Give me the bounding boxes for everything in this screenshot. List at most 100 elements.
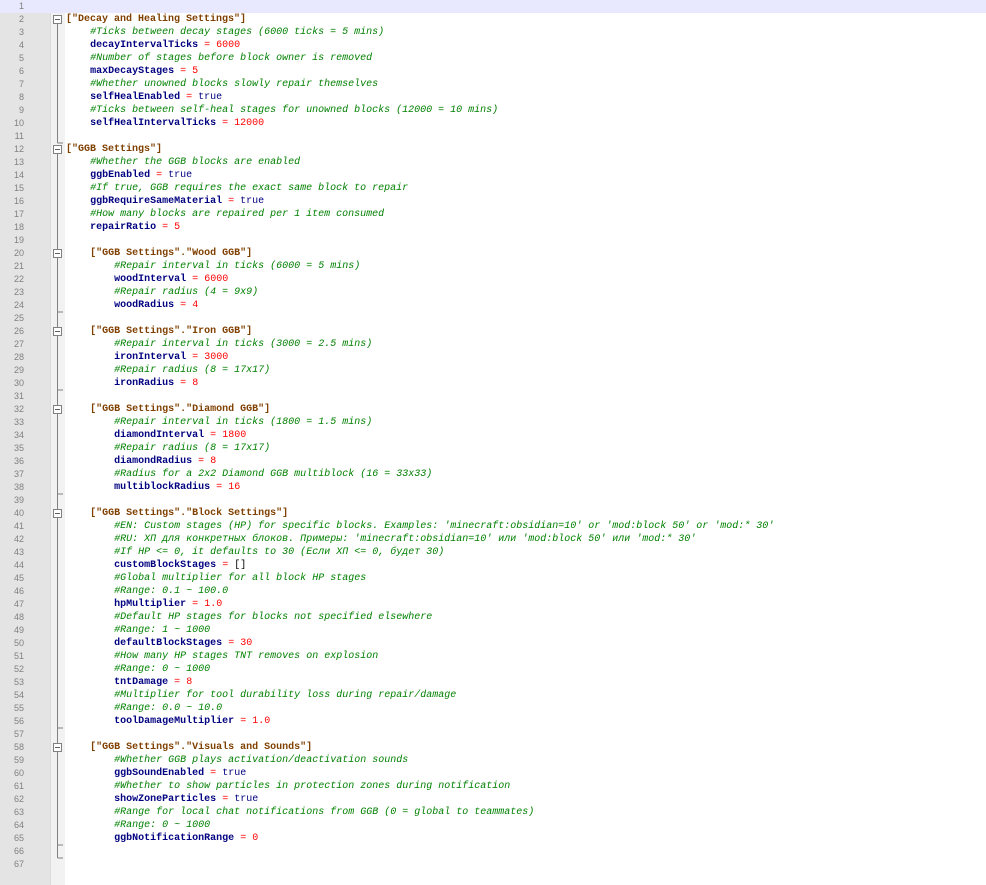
editor-line[interactable]: 64 #Range: 0 ~ 1000 xyxy=(0,819,986,832)
editor-line[interactable]: 39 xyxy=(0,494,986,507)
token-num: 8 xyxy=(210,456,217,467)
line-number: 19 xyxy=(13,235,24,245)
line-number: 42 xyxy=(13,534,24,544)
editor-line[interactable]: 3 #Ticks between decay stages (6000 ticks… xyxy=(0,26,986,39)
line-code: hpMultiplier = 1.0 xyxy=(114,598,222,611)
editor-line[interactable]: 30 ironRadius = 8 xyxy=(0,377,986,390)
editor-line[interactable]: 14 ggbEnabled = true xyxy=(0,169,986,182)
editor-line[interactable]: 20 ["GGB Settings"."Wood GGB"] xyxy=(0,247,986,260)
editor-line[interactable]: 47 hpMultiplier = 1.0 xyxy=(0,598,986,611)
line-number: 29 xyxy=(13,365,24,375)
editor-line[interactable]: 21 #Repair interval in ticks (6000 = 5 mi… xyxy=(0,260,986,273)
editor-line[interactable]: 67 xyxy=(0,858,986,871)
editor-line[interactable]: 46 #Range: 0.1 ~ 100.0 xyxy=(0,585,986,598)
editor-line[interactable]: 9 #Ticks between self-heal stages for uno… xyxy=(0,104,986,117)
editor-line[interactable]: 15 #If true, GGB requires the exact same … xyxy=(0,182,986,195)
editor-line[interactable]: 62 showZoneParticles = true xyxy=(0,793,986,806)
editor-line[interactable]: 66 xyxy=(0,845,986,858)
editor-line[interactable]: 4 decayIntervalTicks = 6000 xyxy=(0,39,986,52)
editor-line[interactable]: 6 maxDecayStages = 5 xyxy=(0,65,986,78)
line-code: #Repair radius (8 = 17x17) xyxy=(114,364,270,377)
line-number: 16 xyxy=(13,196,24,206)
editor-line[interactable]: 35 #Repair radius (8 = 17x17) xyxy=(0,442,986,455)
line-code: ["GGB Settings"."Iron GGB"] xyxy=(90,325,252,338)
fold-toggle-minus-icon[interactable] xyxy=(53,145,62,154)
editor-line[interactable]: 12 ["GGB Settings"] xyxy=(0,143,986,156)
editor-line[interactable]: 31 xyxy=(0,390,986,403)
editor-line[interactable]: 44 customBlockStages = [] xyxy=(0,559,986,572)
editor-line[interactable]: 36 diamondRadius = 8 xyxy=(0,455,986,468)
editor-line[interactable]: 32 ["GGB Settings"."Diamond GGB"] xyxy=(0,403,986,416)
editor-line[interactable]: 40 ["GGB Settings"."Block Settings"] xyxy=(0,507,986,520)
editor-line[interactable]: 61 #Whether to show particles in protecti… xyxy=(0,780,986,793)
editor-line[interactable]: 18 repairRatio = 5 xyxy=(0,221,986,234)
editor-line[interactable]: 45 #Global multiplier for all block HP st… xyxy=(0,572,986,585)
editor-line[interactable]: 29 #Repair radius (8 = 17x17) xyxy=(0,364,986,377)
line-number: 15 xyxy=(13,183,24,193)
token-key: woodRadius xyxy=(114,300,175,311)
editor-line[interactable]: 54 #Multiplier for tool durability loss d… xyxy=(0,689,986,702)
token-num: 30 xyxy=(240,638,253,649)
fold-toggle-minus-icon[interactable] xyxy=(53,249,62,258)
editor-line[interactable]: 65 ggbNotificationRange = 0 xyxy=(0,832,986,845)
editor-line[interactable]: 5 #Number of stages before block owner is… xyxy=(0,52,986,65)
editor-line[interactable]: 24 woodRadius = 4 xyxy=(0,299,986,312)
token-key: ironInterval xyxy=(114,352,187,363)
editor-line[interactable]: 59 #Whether GGB plays activation/deactiva… xyxy=(0,754,986,767)
editor-line[interactable]: 38 multiblockRadius = 16 xyxy=(0,481,986,494)
editor-line[interactable]: 8 selfHealEnabled = true xyxy=(0,91,986,104)
editor-line[interactable]: 42 #RU: ХП для конкретных блоков. Примеры… xyxy=(0,533,986,546)
token-header: ["GGB Settings"."Diamond GGB"] xyxy=(90,404,271,415)
editor-line[interactable]: 11 xyxy=(0,130,986,143)
token-bool: true xyxy=(240,196,265,207)
line-code: #RU: ХП для конкретных блоков. Примеры: … xyxy=(114,533,696,546)
editor-line[interactable]: 10 selfHealIntervalTicks = 12000 xyxy=(0,117,986,130)
line-number: 7 xyxy=(18,79,24,89)
fold-toggle-minus-icon[interactable] xyxy=(53,15,62,24)
editor-line[interactable]: 26 ["GGB Settings"."Iron GGB"] xyxy=(0,325,986,338)
token-op: = xyxy=(216,560,235,571)
editor-line[interactable]: 1 xyxy=(0,0,986,13)
editor-line[interactable]: 55 #Range: 0.0 ~ 10.0 xyxy=(0,702,986,715)
editor-line[interactable]: 63 #Range for local chat notifications fr… xyxy=(0,806,986,819)
editor-line[interactable]: 58 ["GGB Settings"."Visuals and Sounds"] xyxy=(0,741,986,754)
editor-line[interactable]: 34 diamondInterval = 1800 xyxy=(0,429,986,442)
editor-line[interactable]: 51 #How many HP stages TNT removes on exp… xyxy=(0,650,986,663)
token-op: = xyxy=(192,456,211,467)
editor-line[interactable]: 56 toolDamageMultiplier = 1.0 xyxy=(0,715,986,728)
editor-line[interactable]: 53 tntDamage = 8 xyxy=(0,676,986,689)
editor-line[interactable]: 27 #Repair interval in ticks (3000 = 2.5 … xyxy=(0,338,986,351)
fold-toggle-minus-icon[interactable] xyxy=(53,327,62,336)
token-key: selfHealIntervalTicks xyxy=(90,118,217,129)
fold-toggle-minus-icon[interactable] xyxy=(53,509,62,518)
editor-line[interactable]: 19 xyxy=(0,234,986,247)
token-key: decayIntervalTicks xyxy=(90,40,199,51)
editor-line[interactable]: 33 #Repair interval in ticks (1800 = 1.5 … xyxy=(0,416,986,429)
editor-line[interactable]: 7 #Whether unowned blocks slowly repair t… xyxy=(0,78,986,91)
editor-line[interactable]: 43 #If HP <= 0, it defaults to 30 (Если Х… xyxy=(0,546,986,559)
editor-line[interactable]: 22 woodInterval = 6000 xyxy=(0,273,986,286)
editor-line[interactable]: 57 xyxy=(0,728,986,741)
editor-line[interactable]: 17 #How many blocks are repaired per 1 it… xyxy=(0,208,986,221)
token-key: toolDamageMultiplier xyxy=(114,716,235,727)
line-code: maxDecayStages = 5 xyxy=(90,65,198,78)
editor-line[interactable]: 50 defaultBlockStages = 30 xyxy=(0,637,986,650)
fold-toggle-minus-icon[interactable] xyxy=(53,743,62,752)
editor-line[interactable]: 13 #Whether the GGB blocks are enabled xyxy=(0,156,986,169)
editor-line[interactable]: 60 ggbSoundEnabled = true xyxy=(0,767,986,780)
editor-line[interactable]: 25 xyxy=(0,312,986,325)
editor-line[interactable]: 37 #Radius for a 2x2 Diamond GGB multiblo… xyxy=(0,468,986,481)
token-op: = xyxy=(180,92,199,103)
fold-toggle-minus-icon[interactable] xyxy=(53,405,62,414)
editor-line[interactable]: 16 ggbRequireSameMaterial = true xyxy=(0,195,986,208)
editor-line[interactable]: 52 #Range: 0 ~ 1000 xyxy=(0,663,986,676)
editor-line[interactable]: 23 #Repair radius (4 = 9x9) xyxy=(0,286,986,299)
editor-line[interactable]: 28 ironInterval = 3000 xyxy=(0,351,986,364)
line-number: 56 xyxy=(13,716,24,726)
line-number: 32 xyxy=(13,404,24,414)
editor-line[interactable]: 2 ["Decay and Healing Settings"] xyxy=(0,13,986,26)
line-code: #Range for local chat notifications from… xyxy=(114,806,534,819)
editor-line[interactable]: 48 #Default HP stages for blocks not spec… xyxy=(0,611,986,624)
editor-line[interactable]: 49 #Range: 1 ~ 1000 xyxy=(0,624,986,637)
editor-line[interactable]: 41 #EN: Custom stages (HP) for specific b… xyxy=(0,520,986,533)
